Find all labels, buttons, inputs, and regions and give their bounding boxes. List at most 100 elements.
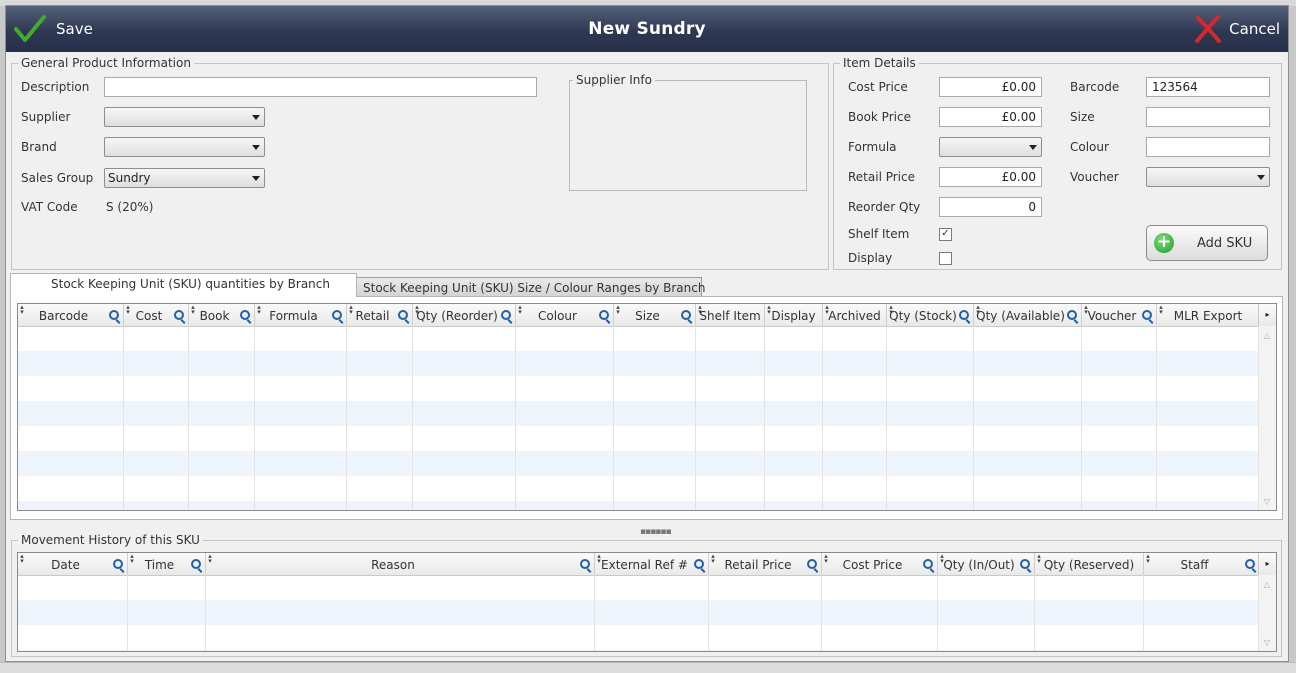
column-header[interactable]: ▴ ▾ Qty (Stock): [887, 304, 974, 326]
search-icon[interactable]: [501, 310, 511, 320]
table-row[interactable]: [18, 501, 1260, 510]
supplier-dropdown[interactable]: [104, 107, 265, 127]
search-icon[interactable]: [1067, 310, 1077, 320]
movement-grid-scrollbar[interactable]: △ ▽: [1258, 575, 1276, 651]
sort-icon[interactable]: ▴ ▾: [697, 304, 703, 316]
display-checkbox[interactable]: [939, 252, 952, 265]
sort-icon[interactable]: ▴ ▾: [19, 553, 25, 565]
size-input[interactable]: [1146, 107, 1270, 127]
sort-icon[interactable]: ▴ ▾: [1145, 553, 1151, 565]
search-icon[interactable]: [191, 559, 201, 569]
scroll-right-icon[interactable]: ▸: [1258, 304, 1276, 326]
sort-icon[interactable]: ▴ ▾: [19, 304, 25, 316]
column-header[interactable]: ▴ ▾ MLR Export: [1157, 304, 1260, 326]
sort-icon[interactable]: ▴ ▾: [615, 304, 621, 316]
column-header[interactable]: ▴ ▾ Archived: [823, 304, 887, 326]
sort-icon[interactable]: ▴ ▾: [129, 553, 135, 565]
search-icon[interactable]: [807, 559, 817, 569]
sort-icon[interactable]: ▴ ▾: [766, 304, 772, 316]
sort-icon[interactable]: ▴ ▾: [824, 304, 830, 316]
barcode-input[interactable]: 123564: [1146, 77, 1270, 97]
column-header[interactable]: ▴ ▾ Size: [614, 304, 696, 326]
column-header[interactable]: ▴ ▾ Qty (Reserved): [1035, 553, 1144, 575]
column-header[interactable]: ▴ ▾ Book: [189, 304, 255, 326]
column-header[interactable]: ▴ ▾ Retail Price: [709, 553, 822, 575]
shelf-item-checkbox[interactable]: ✓: [939, 228, 952, 241]
column-header[interactable]: ▴ ▾ Qty (In/Out): [938, 553, 1035, 575]
scroll-down-icon[interactable]: ▽: [1261, 498, 1273, 506]
column-header[interactable]: ▴ ▾ Date: [18, 553, 128, 575]
sort-icon[interactable]: ▴ ▾: [414, 304, 420, 316]
voucher-dropdown[interactable]: [1146, 167, 1270, 187]
cost-price-input[interactable]: £0.00: [939, 77, 1042, 97]
search-icon[interactable]: [694, 559, 704, 569]
tab-sku-quantities[interactable]: Stock Keeping Unit (SKU) quantities by B…: [10, 273, 357, 297]
sort-icon[interactable]: ▴ ▾: [1158, 304, 1164, 316]
scroll-up-icon[interactable]: △: [1261, 581, 1273, 589]
sort-icon[interactable]: ▴ ▾: [125, 304, 131, 316]
table-row[interactable]: [18, 401, 1260, 426]
column-header[interactable]: ▴ ▾ Staff: [1144, 553, 1260, 575]
scroll-down-icon[interactable]: ▽: [1261, 639, 1273, 647]
sort-icon[interactable]: ▴ ▾: [888, 304, 894, 316]
colour-input[interactable]: [1146, 137, 1270, 157]
column-header[interactable]: ▴ ▾ Cost Price: [822, 553, 938, 575]
sort-icon[interactable]: ▴ ▾: [939, 553, 945, 565]
sort-icon[interactable]: ▴ ▾: [348, 304, 354, 316]
reorder-qty-input[interactable]: 0: [939, 197, 1042, 217]
search-icon[interactable]: [109, 310, 119, 320]
book-price-input[interactable]: £0.00: [939, 107, 1042, 127]
column-header[interactable]: ▴ ▾ Display: [765, 304, 823, 326]
search-icon[interactable]: [580, 559, 590, 569]
sort-icon[interactable]: ▴ ▾: [1083, 304, 1089, 316]
search-icon[interactable]: [959, 310, 969, 320]
sort-icon[interactable]: ▴ ▾: [517, 304, 523, 316]
column-header[interactable]: ▴ ▾ Retail: [347, 304, 413, 326]
search-icon[interactable]: [332, 310, 342, 320]
add-sku-button[interactable]: + Add SKU: [1146, 225, 1268, 261]
sort-icon[interactable]: ▴ ▾: [975, 304, 981, 316]
column-header[interactable]: ▴ ▾ Cost: [124, 304, 189, 326]
column-header[interactable]: ▴ ▾ Voucher: [1082, 304, 1157, 326]
sort-icon[interactable]: ▴ ▾: [190, 304, 196, 316]
search-icon[interactable]: [923, 559, 933, 569]
retail-price-input[interactable]: £0.00: [939, 167, 1042, 187]
scroll-up-icon[interactable]: △: [1261, 332, 1273, 340]
column-header[interactable]: ▴ ▾ Qty (Reorder): [413, 304, 516, 326]
sku-grid-scrollbar[interactable]: △ ▽: [1258, 326, 1276, 510]
sales-group-dropdown[interactable]: Sundry: [104, 168, 265, 188]
search-icon[interactable]: [174, 310, 184, 320]
sort-icon[interactable]: ▴ ▾: [256, 304, 262, 316]
sort-icon[interactable]: ▴ ▾: [710, 553, 716, 565]
search-icon[interactable]: [1245, 559, 1255, 569]
description-input[interactable]: [104, 77, 537, 97]
sort-icon[interactable]: ▴ ▾: [596, 553, 602, 565]
column-header[interactable]: ▴ ▾ Qty (Available): [974, 304, 1082, 326]
search-icon[interactable]: [681, 310, 691, 320]
search-icon[interactable]: [1020, 559, 1030, 569]
movement-grid[interactable]: ▴ ▾ Date ▴ ▾ Time ▴ ▾ Reason ▴ ▾ External Ref # ▴ ▾ Re…: [17, 552, 1277, 652]
splitter-grip[interactable]: ▪▪▪▪▪▪: [640, 527, 672, 537]
column-header[interactable]: ▴ ▾ Formula: [255, 304, 347, 326]
brand-dropdown[interactable]: [104, 137, 265, 157]
sort-icon[interactable]: ▴ ▾: [823, 553, 829, 565]
sort-icon[interactable]: ▴ ▾: [1036, 553, 1042, 565]
sort-icon[interactable]: ▴ ▾: [207, 553, 213, 565]
column-header[interactable]: ▴ ▾ Colour: [516, 304, 614, 326]
table-row[interactable]: [18, 351, 1260, 376]
cancel-button[interactable]: Cancel: [1193, 12, 1280, 46]
sku-grid[interactable]: ▴ ▾ Barcode ▴ ▾ Cost ▴ ▾ Book ▴ ▾ Formula ▴ ▾ Retail ▴ ▾…: [17, 303, 1277, 511]
search-icon[interactable]: [398, 310, 408, 320]
search-icon[interactable]: [1142, 310, 1152, 320]
scroll-right-icon[interactable]: ▸: [1258, 553, 1276, 575]
column-header[interactable]: ▴ ▾ External Ref #: [595, 553, 709, 575]
table-row[interactable]: [18, 451, 1260, 476]
column-header[interactable]: ▴ ▾ Time: [128, 553, 206, 575]
search-icon[interactable]: [113, 559, 123, 569]
column-header[interactable]: ▴ ▾ Barcode: [18, 304, 124, 326]
search-icon[interactable]: [599, 310, 609, 320]
column-header[interactable]: ▴ ▾ Shelf Item: [696, 304, 765, 326]
search-icon[interactable]: [240, 310, 250, 320]
column-header[interactable]: ▴ ▾ Reason: [206, 553, 595, 575]
formula-dropdown[interactable]: [939, 137, 1042, 157]
